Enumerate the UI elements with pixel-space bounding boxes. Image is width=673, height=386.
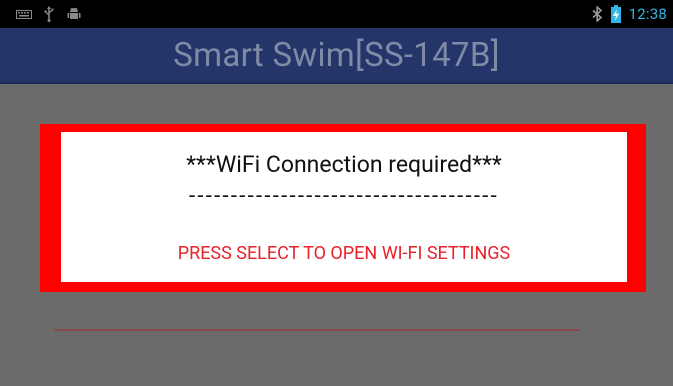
field-underline	[54, 329, 580, 331]
app-bar: Smart Swim[SS-147B]	[0, 28, 673, 84]
bluetooth-icon	[592, 6, 603, 22]
debug-android-icon	[66, 6, 82, 22]
status-bar: 12:38	[0, 0, 673, 28]
dashed-divider: -------------------------------------	[188, 184, 500, 209]
system-status-icons: 12:38	[592, 3, 667, 25]
status-clock: 12:38	[628, 5, 667, 23]
notification-icons	[16, 5, 82, 23]
wifi-alert-heading: ***WiFi Connection required***	[186, 151, 502, 178]
device-screen: 12:38 Smart Swim[SS-147B] ***WiFi Connec…	[0, 0, 673, 386]
wifi-alert-dialog[interactable]: ***WiFi Connection required*** ---------…	[61, 132, 627, 282]
app-title: Smart Swim[SS-147B]	[173, 36, 500, 75]
battery-charging-icon	[610, 5, 621, 23]
usb-icon	[44, 6, 54, 22]
open-wifi-settings-prompt[interactable]: PRESS SELECT TO OPEN WI-FI SETTINGS	[61, 242, 627, 266]
keyboard-icon	[16, 8, 32, 20]
